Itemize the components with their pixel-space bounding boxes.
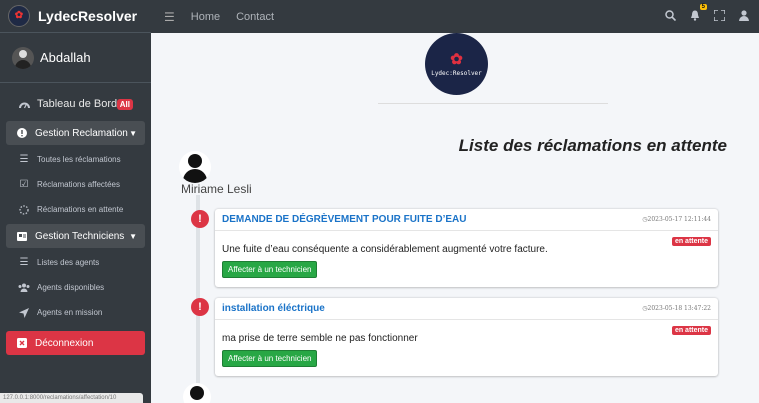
user-menu-icon[interactable] — [739, 9, 749, 24]
sidebar-nav: Tableau de Bord All Gestion Reclamation … — [0, 83, 151, 355]
sidebar-item-agents-available[interactable]: Agents disponibles — [6, 275, 145, 300]
card-body: ma prise de terre semble ne pas fonction… — [215, 320, 718, 376]
list-icon: ☰ — [19, 257, 29, 268]
assign-technician-button[interactable]: Affecter à un technicien — [222, 261, 318, 278]
user-circle-icon — [183, 383, 211, 403]
sidebar-item-agents-mission[interactable]: Agents en mission — [6, 300, 145, 325]
dashboard-icon — [18, 100, 30, 109]
nav-link-home[interactable]: Home — [191, 11, 220, 23]
sidebar-item-label: Gestion Techniciens — [35, 230, 125, 242]
topbar: ☰ Home Contact 5 — [151, 0, 759, 33]
hamburger-icon[interactable]: ☰ — [164, 10, 175, 24]
sidebar-item-label: Gestion Reclamation — [35, 127, 128, 139]
exclamation-circle-icon — [16, 128, 28, 138]
brand[interactable]: ✿ LydecResolver — [0, 0, 151, 33]
logo-word: Lydec:Resolver — [431, 69, 482, 77]
user-panel[interactable]: Abdallah — [0, 33, 151, 83]
all-badge: All — [116, 98, 133, 110]
main-content: ✿ Lydec:Resolver Liste des réclamations … — [151, 33, 759, 403]
card-date-text: 2023-05-18 13:47:22 — [647, 305, 711, 312]
sidebar-item-label: Listes des agents — [37, 258, 100, 267]
card-title[interactable]: DEMANDE DE DÉGRÈVEMENT POUR FUITE D’EAU — [222, 214, 466, 225]
bell-icon[interactable]: 5 — [690, 3, 707, 24]
notification-badge: 5 — [699, 3, 707, 10]
search-icon[interactable] — [665, 9, 677, 24]
fullscreen-icon[interactable] — [713, 8, 726, 24]
status-badge: en attente — [671, 237, 711, 246]
id-card-icon — [16, 231, 28, 241]
card-text: ma prise de terre semble ne pas fonction… — [222, 333, 418, 344]
sidebar-item-assigned-reclamations[interactable]: ☑ Réclamations affectées — [6, 172, 145, 197]
avatar — [12, 46, 34, 69]
location-arrow-icon — [18, 307, 30, 318]
assign-technician-button[interactable]: Affecter à un technicien — [222, 350, 318, 367]
check-square-icon: ☑ — [19, 179, 29, 190]
topbar-icons: 5 — [665, 0, 749, 33]
lydec-resolver-logo: ✿ Lydec:Resolver — [425, 33, 488, 95]
sidebar-item-label: Agents en mission — [37, 308, 103, 317]
card-date-text: 2023-05-17 12:11:44 — [647, 216, 711, 223]
sidebar-item-dashboard[interactable]: Tableau de Bord All — [6, 89, 145, 119]
chevron-down-icon: ▼ — [129, 231, 137, 241]
nav-link-contact[interactable]: Contact — [236, 11, 274, 23]
sidebar-item-label: Réclamations affectées — [37, 180, 121, 189]
card-body: Une fuite d’eau conséquente a considérab… — [215, 231, 718, 287]
status-badge: en attente — [671, 326, 711, 335]
reclamation-card: installation éléctrique ◷2023-05-18 13:4… — [215, 298, 718, 376]
spinner-icon — [18, 204, 30, 215]
exclamation-circle-icon: ! — [191, 210, 209, 228]
close-icon — [16, 338, 28, 348]
brand-logo-icon: ✿ — [8, 5, 30, 27]
sidebar-item-all-reclamations[interactable]: ☰ Toutes les réclamations — [6, 147, 145, 172]
logo-symbol-icon: ✿ — [450, 50, 463, 68]
logout-button[interactable]: Déconnexion — [6, 331, 145, 355]
sidebar-group-techniciens[interactable]: Gestion Techniciens ▼ — [6, 224, 145, 248]
list-icon: ☰ — [19, 154, 29, 165]
sidebar-item-label: Agents disponibles — [37, 283, 105, 292]
card-text: Une fuite d’eau conséquente a considérab… — [222, 244, 548, 255]
sidebar-item-label: Tableau de Bord — [37, 98, 118, 110]
reclamation-card: DEMANDE DE DÉGRÈVEMENT POUR FUITE D’EAU … — [215, 209, 718, 287]
sidebar-item-agents-list[interactable]: ☰ Listes des agents — [6, 250, 145, 275]
exclamation-circle-icon: ! — [191, 298, 209, 316]
card-header: DEMANDE DE DÉGRÈVEMENT POUR FUITE D’EAU … — [215, 209, 718, 231]
logout-label: Déconnexion — [35, 337, 94, 349]
client-name: Miriame Lesli — [181, 182, 252, 196]
sidebar-item-label: Réclamations en attente — [37, 205, 124, 214]
page-title: Liste des réclamations en attente — [458, 136, 727, 155]
sidebar-group-reclamation[interactable]: Gestion Reclamation ▼ — [6, 121, 145, 145]
brand-name: LydecResolver — [38, 8, 138, 24]
sidebar: ✿ LydecResolver Abdallah Tableau de Bord… — [0, 0, 151, 403]
status-url: 127.0.0.1:8000/reclamations/affectation/… — [0, 393, 143, 403]
sidebar-item-pending-reclamations[interactable]: Réclamations en attente — [6, 197, 145, 222]
user-circle-icon — [179, 151, 211, 183]
user-name: Abdallah — [40, 50, 91, 65]
divider — [378, 103, 608, 104]
card-header: installation éléctrique ◷2023-05-18 13:4… — [215, 298, 718, 320]
card-date: ◷2023-05-18 13:47:22 — [642, 305, 711, 312]
card-title[interactable]: installation éléctrique — [222, 303, 325, 314]
card-date: ◷2023-05-17 12:11:44 — [642, 216, 711, 223]
users-icon — [18, 283, 30, 292]
chevron-down-icon: ▼ — [129, 128, 137, 138]
sidebar-item-label: Toutes les réclamations — [37, 155, 121, 164]
